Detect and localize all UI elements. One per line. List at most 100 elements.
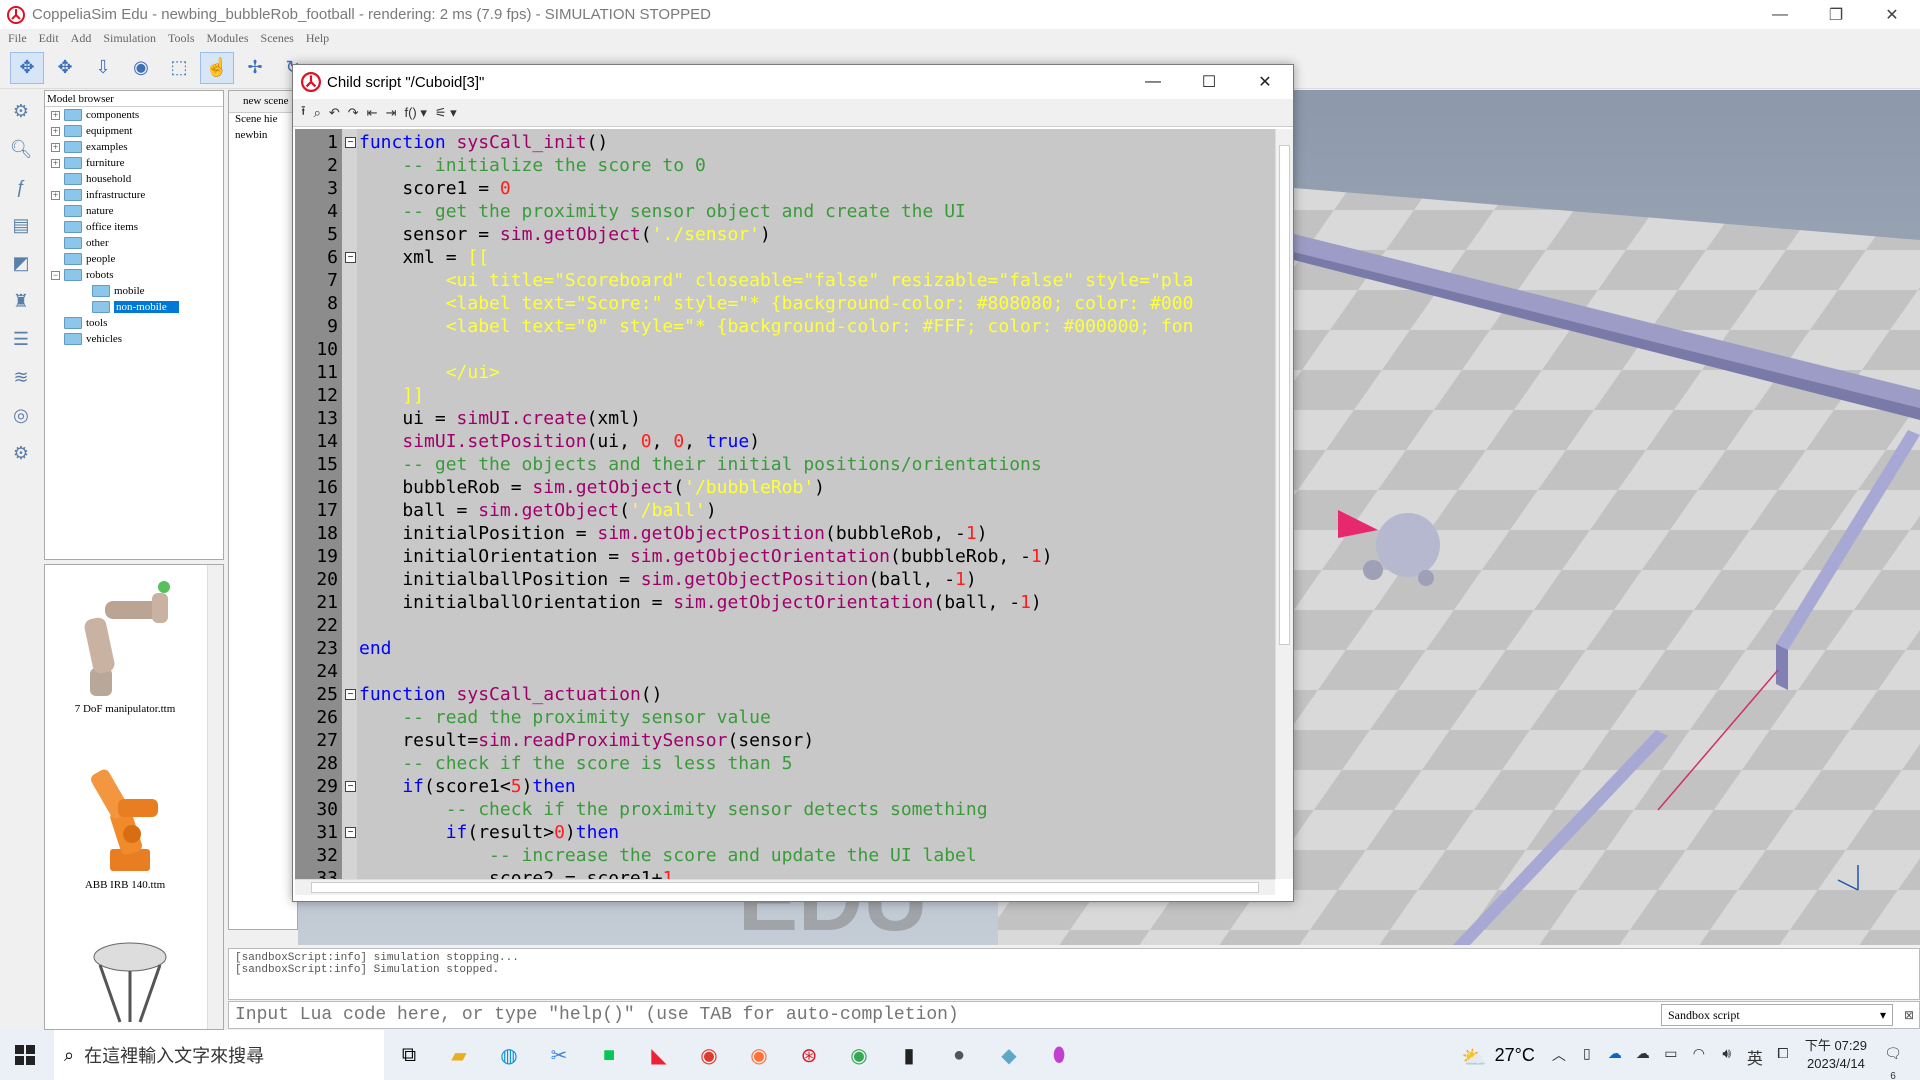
- menu-file[interactable]: File: [8, 31, 27, 46]
- expand-icon[interactable]: +: [51, 142, 60, 152]
- fold-toggle-icon[interactable]: −: [345, 252, 356, 263]
- snipping-tool-icon[interactable]: ✂: [534, 1030, 584, 1080]
- vertical-scrollbar[interactable]: [1275, 129, 1293, 879]
- model-tree-item[interactable]: household: [45, 171, 223, 187]
- function-list-icon[interactable]: f() ▾: [404, 105, 426, 121]
- model-tree-item[interactable]: + infrastructure: [45, 187, 223, 203]
- thumbnail-abb[interactable]: ABB IRB 140.ttm: [45, 749, 205, 891]
- model-tree-item[interactable]: office items: [45, 219, 223, 235]
- menu-tools[interactable]: Tools: [168, 31, 195, 46]
- expand-icon[interactable]: +: [51, 158, 60, 168]
- minimize-icon[interactable]: —: [1125, 65, 1181, 99]
- redo-icon[interactable]: ↷: [348, 105, 359, 121]
- simulation-settings-icon[interactable]: ⚙: [4, 94, 38, 128]
- fold-toggle-icon[interactable]: −: [345, 781, 356, 792]
- camera-pan-icon[interactable]: ✥: [10, 51, 44, 84]
- thumbnail-7dof[interactable]: 7 DoF manipulator.ttm: [45, 573, 205, 715]
- app-sphere-icon[interactable]: ●: [934, 1030, 984, 1080]
- ime-indicator[interactable]: 英: [1744, 1045, 1766, 1068]
- valorant-icon[interactable]: ◣: [634, 1030, 684, 1080]
- line-app-icon[interactable]: ■: [584, 1030, 634, 1080]
- model-tree-item[interactable]: other: [45, 235, 223, 251]
- maximize-icon[interactable]: ☐: [1181, 65, 1237, 99]
- battery-icon[interactable]: ▭: [1660, 1045, 1682, 1065]
- snippets-icon[interactable]: ⚟ ▾: [435, 105, 457, 121]
- scroll-thumb[interactable]: [311, 882, 1259, 893]
- clear-icon[interactable]: ⊠: [1899, 1008, 1919, 1022]
- chrome-profile-icon[interactable]: ◉: [834, 1030, 884, 1080]
- menu-edit[interactable]: Edit: [39, 31, 59, 46]
- device-icon[interactable]: ▯: [1576, 1045, 1598, 1065]
- task-view-icon[interactable]: ⧉: [384, 1030, 434, 1080]
- scene-root[interactable]: newbin: [229, 129, 297, 145]
- fit-to-view-icon[interactable]: ⬚: [162, 52, 196, 84]
- menu-simulation[interactable]: Simulation: [103, 31, 156, 46]
- scene-tab[interactable]: new scene: [229, 91, 297, 113]
- search-icon[interactable]: ⌕: [314, 105, 321, 121]
- model-tree-item[interactable]: + components: [45, 107, 223, 123]
- function-icon[interactable]: ƒ: [4, 170, 38, 204]
- fold-toggle-icon[interactable]: −: [345, 689, 356, 700]
- thumbnail-scrollbar[interactable]: [207, 565, 223, 1029]
- app-drop-icon[interactable]: ⬮: [1034, 1030, 1084, 1080]
- script-selector[interactable]: Sandbox script ▾: [1661, 1004, 1893, 1026]
- scene-hierarchy-icon[interactable]: ☰: [4, 322, 38, 356]
- fold-toggle-icon[interactable]: −: [345, 827, 356, 838]
- close-icon[interactable]: ✕: [1864, 0, 1920, 29]
- clock[interactable]: 下午 07:29 2023/4/14: [1805, 1037, 1867, 1073]
- chrome-icon[interactable]: ◉: [684, 1030, 734, 1080]
- menu-modules[interactable]: Modules: [207, 31, 249, 46]
- model-tree-item[interactable]: people: [45, 251, 223, 267]
- unindent-icon[interactable]: ⇤: [367, 105, 378, 121]
- chevron-up-icon[interactable]: ︿: [1548, 1045, 1570, 1065]
- expand-icon[interactable]: +: [51, 126, 60, 136]
- app-folder-icon[interactable]: ◆: [984, 1030, 1034, 1080]
- lua-input[interactable]: [229, 1003, 1661, 1027]
- close-icon[interactable]: ✕: [1237, 65, 1293, 99]
- expand-icon[interactable]: +: [51, 190, 60, 200]
- model-tree-item[interactable]: non-mobile: [45, 299, 223, 315]
- upload-icon[interactable]: ⭱: [301, 102, 306, 124]
- expand-icon[interactable]: −: [51, 270, 60, 280]
- minimize-icon[interactable]: —: [1752, 0, 1808, 29]
- menu-help[interactable]: Help: [306, 31, 329, 46]
- taskbar-search[interactable]: ⌕ 在這裡輸入文字來搜尋: [54, 1030, 384, 1080]
- weather-icon[interactable]: ⛅: [1462, 1045, 1487, 1069]
- file-explorer-icon[interactable]: ▰: [434, 1030, 484, 1080]
- camera-rotate-icon[interactable]: ✥: [48, 52, 82, 84]
- terminal-icon[interactable]: ▮: [884, 1030, 934, 1080]
- volume-icon[interactable]: 🔊︎: [1716, 1045, 1738, 1065]
- model-tree-item[interactable]: + examples: [45, 139, 223, 155]
- user-settings-icon[interactable]: ⚙: [4, 436, 38, 470]
- cloud-icon[interactable]: ☁: [1632, 1045, 1654, 1065]
- restore-icon[interactable]: ❐: [1808, 0, 1864, 29]
- model-tree-item[interactable]: − robots: [45, 267, 223, 283]
- search-icon[interactable]: 🔍︎: [4, 132, 38, 166]
- wifi-icon[interactable]: ◠: [1688, 1045, 1710, 1065]
- model-browser-icon[interactable]: ♜: [4, 284, 38, 318]
- indent-icon[interactable]: ⇥: [386, 105, 397, 121]
- model-tree-item[interactable]: + equipment: [45, 123, 223, 139]
- notifications-icon[interactable]: 🗨︎6: [1882, 1045, 1904, 1080]
- model-tree-item[interactable]: nature: [45, 203, 223, 219]
- menu-scenes[interactable]: Scenes: [261, 31, 294, 46]
- model-tree-item[interactable]: + furniture: [45, 155, 223, 171]
- scripts-icon[interactable]: ▤: [4, 208, 38, 242]
- menu-add[interactable]: Add: [71, 31, 92, 46]
- video-recorder-icon[interactable]: ◎: [4, 398, 38, 432]
- layers-icon[interactable]: ≋: [4, 360, 38, 394]
- coppeliasim-taskbar-icon[interactable]: ⊛: [784, 1030, 834, 1080]
- model-tree-item[interactable]: tools: [45, 315, 223, 331]
- shape-edit-icon[interactable]: ◩: [4, 246, 38, 280]
- click-select-icon[interactable]: ☝: [200, 51, 234, 84]
- model-tree-item[interactable]: vehicles: [45, 331, 223, 347]
- camera-shift-icon[interactable]: ⇩: [86, 52, 120, 84]
- onedrive-icon[interactable]: ☁: [1604, 1045, 1626, 1065]
- model-tree-item[interactable]: mobile: [45, 283, 223, 299]
- expand-icon[interactable]: +: [51, 110, 60, 120]
- code-editor[interactable]: 1 2 3 4 5 6 7 8 9 10 11 12 13 14 15 16 17 18 19 20 21 22 23 24 2…: [295, 129, 1275, 879]
- camera-angle-icon[interactable]: ◉: [124, 52, 158, 84]
- ime-mode-icon[interactable]: ⧠: [1772, 1045, 1794, 1065]
- object-shift-icon[interactable]: ✢: [238, 52, 272, 84]
- undo-icon[interactable]: ↶: [329, 105, 340, 121]
